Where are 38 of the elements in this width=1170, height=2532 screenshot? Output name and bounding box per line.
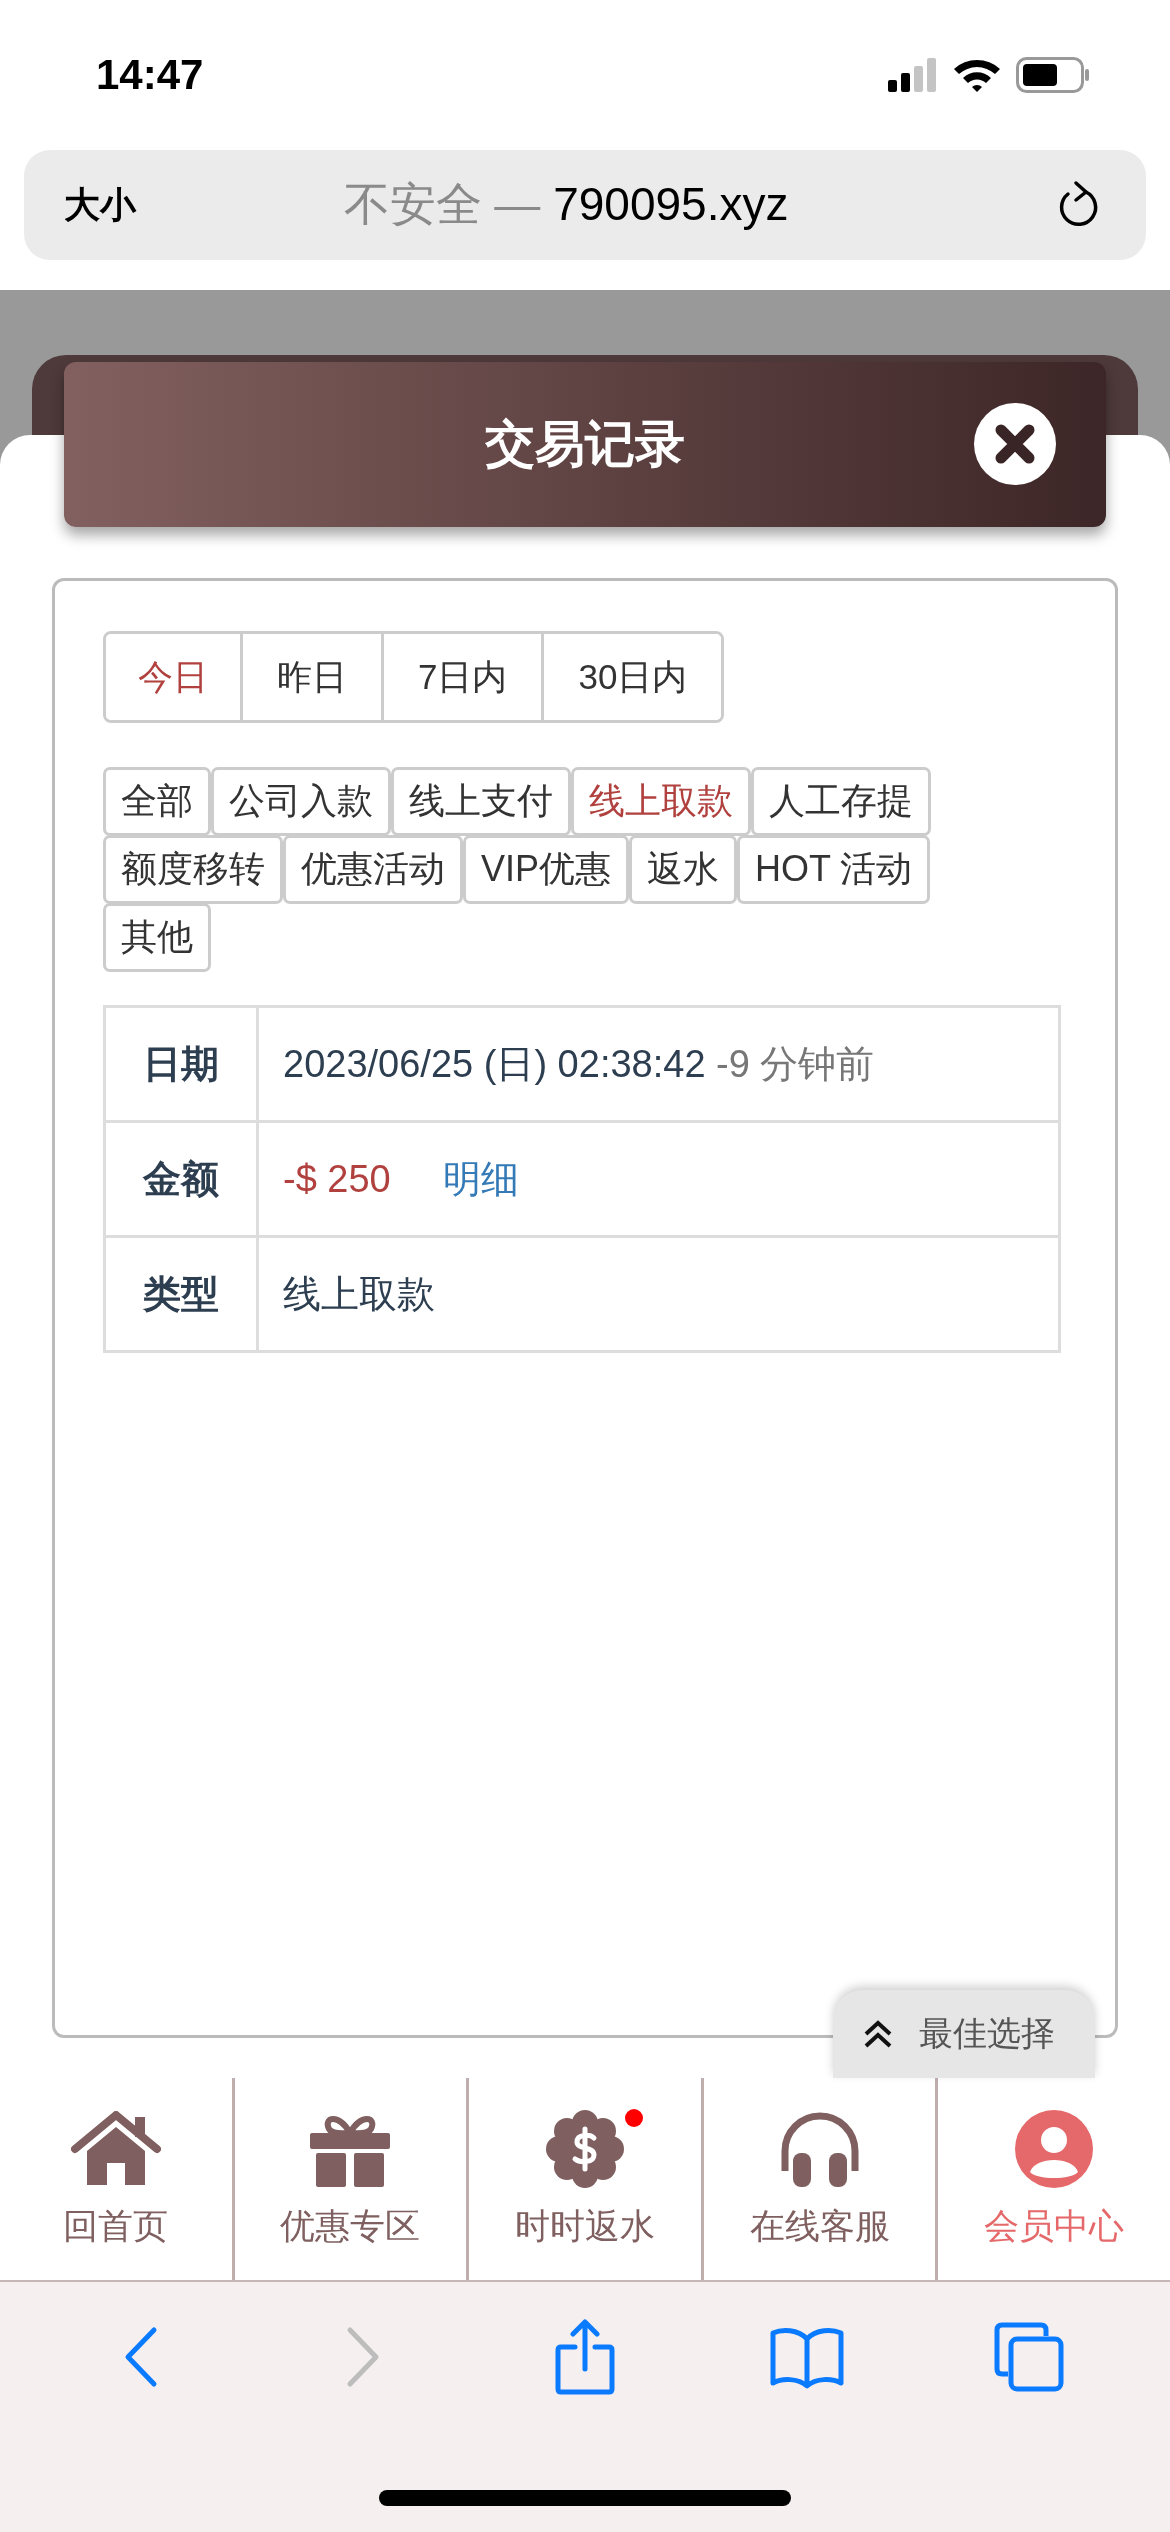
text-size-button[interactable]: 大小	[64, 180, 136, 230]
double-chevron-up-icon	[863, 2020, 893, 2048]
detail-link[interactable]: 明细	[442, 1157, 519, 1200]
signal-icon	[888, 58, 938, 92]
date-tab[interactable]: 30日内	[541, 634, 722, 720]
book-icon[interactable]	[770, 2325, 844, 2389]
tabs-icon[interactable]	[994, 2322, 1064, 2392]
address-bar[interactable]: 大小 不安全 — 790095.xyz	[24, 150, 1146, 260]
type-filter[interactable]: HOT 活动	[737, 835, 931, 904]
type-filter[interactable]: VIP优惠	[463, 835, 630, 904]
date-value: 2023/06/25 (日) 02:38:42 -9 分钟前	[257, 1006, 1060, 1122]
dollar-coin-icon	[545, 2108, 625, 2189]
type-filter[interactable]: 返水	[629, 835, 738, 904]
close-icon[interactable]	[974, 403, 1056, 485]
type-filter[interactable]: 额度移转	[103, 835, 283, 904]
type-filter[interactable]: 线上取款	[571, 767, 751, 836]
modal-title: 交易记录	[485, 415, 685, 474]
type-filter[interactable]: 其他	[103, 903, 211, 972]
house-icon	[70, 2110, 161, 2187]
field-label: 类型	[104, 1236, 258, 1352]
type-value: 线上取款	[257, 1236, 1060, 1352]
type-filter[interactable]: 线上支付	[391, 767, 571, 836]
amount-value: -$ 250	[283, 1157, 391, 1200]
share-icon[interactable]	[555, 2319, 615, 2395]
headset-icon	[779, 2110, 860, 2187]
type-filter[interactable]: 优惠活动	[283, 835, 463, 904]
type-filter[interactable]: 全部	[103, 767, 211, 836]
best-choice-button[interactable]: 最佳选择	[833, 1990, 1095, 2078]
battery-icon	[1016, 57, 1090, 93]
back-icon[interactable]	[124, 2326, 158, 2388]
field-label: 金额	[104, 1121, 258, 1237]
status-time: 14:47	[96, 51, 204, 99]
type-filter[interactable]: 公司入款	[211, 767, 391, 836]
user-icon	[1015, 2109, 1094, 2188]
field-label: 日期	[104, 1006, 258, 1122]
page-address: 不安全 — 790095.xyz	[342, 177, 790, 232]
wifi-icon	[952, 57, 1002, 93]
type-filter[interactable]: 人工存提	[751, 767, 931, 836]
